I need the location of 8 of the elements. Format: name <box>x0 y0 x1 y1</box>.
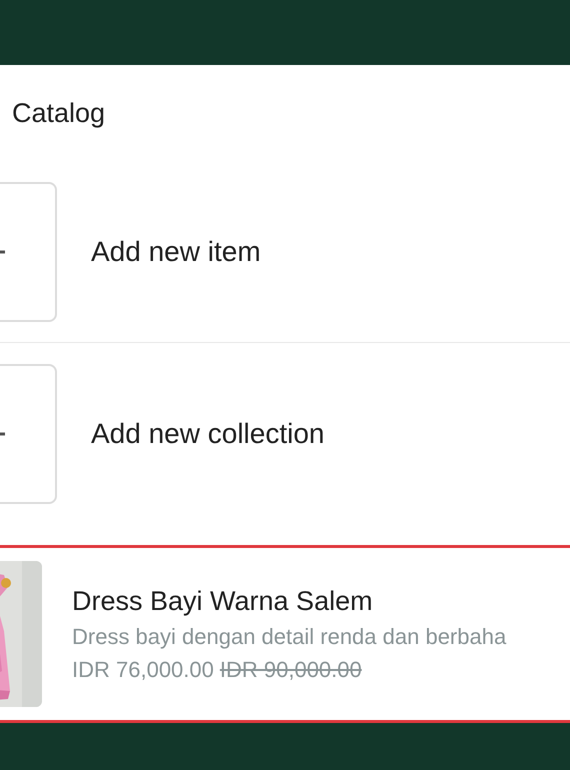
product-description: Dress bayi dengan detail renda dan berbaha <box>72 623 506 651</box>
original-price: IDR 90,000.00 <box>220 656 362 684</box>
action-label[interactable]: Add new collection <box>91 413 324 455</box>
page-title: Catalog <box>12 96 106 130</box>
product-title: Dress Bayi Warna Salem <box>72 585 374 618</box>
action-label[interactable]: Add new item <box>91 230 261 272</box>
product-price: IDR 76,000.00 <box>72 656 214 684</box>
product-row[interactable]: Dress Bayi Warna Salem Dress bayi dengan detail renda dan berbaha IDR 76,000.00 IDR 90,000.00 <box>0 545 570 723</box>
